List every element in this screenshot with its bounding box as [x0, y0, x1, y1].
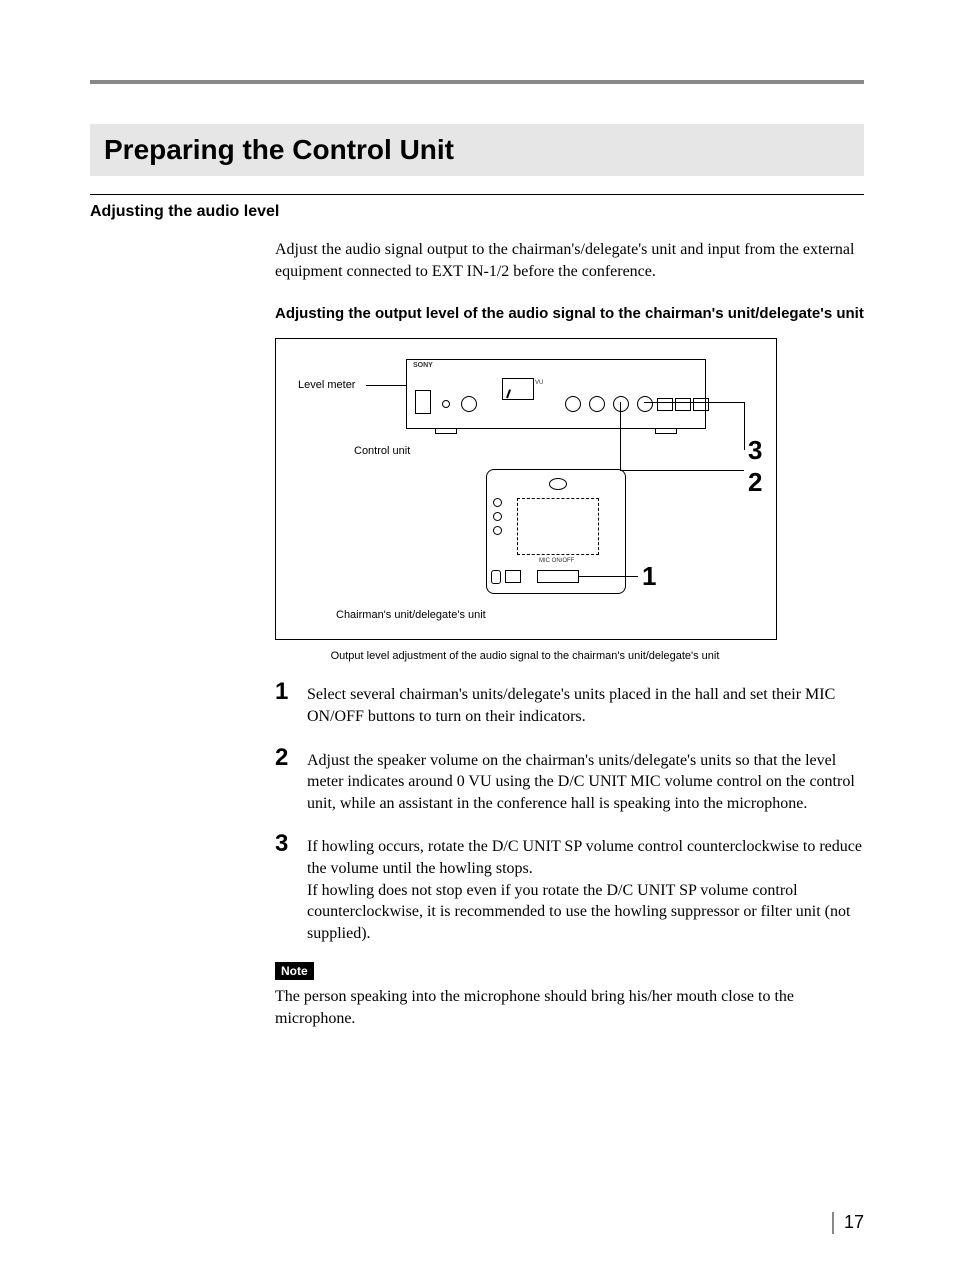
foot-icon — [655, 428, 677, 434]
section-heading: Adjusting the audio level — [90, 203, 864, 221]
step-number: 2 — [275, 746, 297, 770]
small-knob-icon — [442, 400, 450, 408]
foot-icon — [435, 428, 457, 434]
led-icon — [493, 498, 502, 507]
callout-line — [620, 402, 621, 470]
knob-dc-unit-sp-icon — [637, 396, 653, 412]
step-text: Select several chairman's units/delegate… — [307, 680, 864, 727]
page-title: Preparing the Control Unit — [104, 134, 850, 166]
mic-onoff-label: MIC ON/OFF — [539, 558, 574, 564]
knob-icon — [589, 396, 605, 412]
level-meter-callout-label: Level meter — [298, 379, 355, 391]
body-content: Adjust the audio signal output to the ch… — [275, 239, 864, 1030]
page: Preparing the Control Unit Adjusting the… — [0, 0, 954, 1272]
speaker-icon — [549, 478, 567, 490]
switch-icon — [693, 398, 709, 411]
callout-line — [366, 385, 406, 386]
callout-line — [578, 576, 638, 577]
jack-icon — [491, 570, 501, 584]
diagram: SONY VU — [275, 338, 777, 640]
note-block: Note The person speaking into the microp… — [275, 962, 864, 1029]
mic-onoff-button-icon — [537, 570, 579, 583]
knob-icon — [461, 396, 477, 412]
callout-number-1: 1 — [642, 561, 656, 592]
switch-icon — [657, 398, 673, 411]
callout-number-3: 3 — [748, 435, 762, 466]
step-1: 1 Select several chairman's units/delega… — [275, 680, 864, 727]
speaker-grille-icon — [517, 498, 599, 555]
page-number: 17 — [832, 1212, 864, 1234]
top-rule — [90, 80, 864, 84]
step-2: 2 Adjust the speaker volume on the chair… — [275, 746, 864, 815]
level-meter-icon — [502, 378, 534, 400]
note-text: The person speaking into the microphone … — [275, 986, 864, 1029]
step-number: 1 — [275, 680, 297, 704]
step-text: Adjust the speaker volume on the chairma… — [307, 746, 864, 815]
note-badge: Note — [275, 962, 314, 980]
title-block: Preparing the Control Unit — [90, 124, 864, 176]
delegate-unit-callout-label: Chairman's unit/delegate's unit — [336, 609, 486, 621]
knob-icon — [565, 396, 581, 412]
switch-icon — [505, 570, 521, 583]
callout-line — [744, 402, 745, 450]
power-switch-icon — [415, 390, 431, 414]
switch-icon — [675, 398, 691, 411]
callout-number-2: 2 — [748, 467, 762, 498]
callout-line — [620, 470, 744, 471]
control-unit-panel: SONY VU — [406, 359, 706, 429]
subsection-heading: Adjusting the output level of the audio … — [275, 304, 864, 324]
thin-rule — [90, 194, 864, 195]
knob-dc-unit-mic-icon — [613, 396, 629, 412]
brand-label: SONY — [413, 362, 433, 369]
callout-line — [644, 402, 744, 403]
vu-label: VU — [535, 380, 543, 386]
step-3: 3 If howling occurs, rotate the D/C UNIT… — [275, 832, 864, 944]
step-number: 3 — [275, 832, 297, 856]
lead-paragraph: Adjust the audio signal output to the ch… — [275, 239, 864, 282]
diagram-caption: Output level adjustment of the audio sig… — [275, 650, 775, 662]
control-unit-callout-label: Control unit — [354, 445, 410, 457]
step-text: If howling occurs, rotate the D/C UNIT S… — [307, 832, 864, 944]
led-icon — [493, 512, 502, 521]
led-icon — [493, 526, 502, 535]
